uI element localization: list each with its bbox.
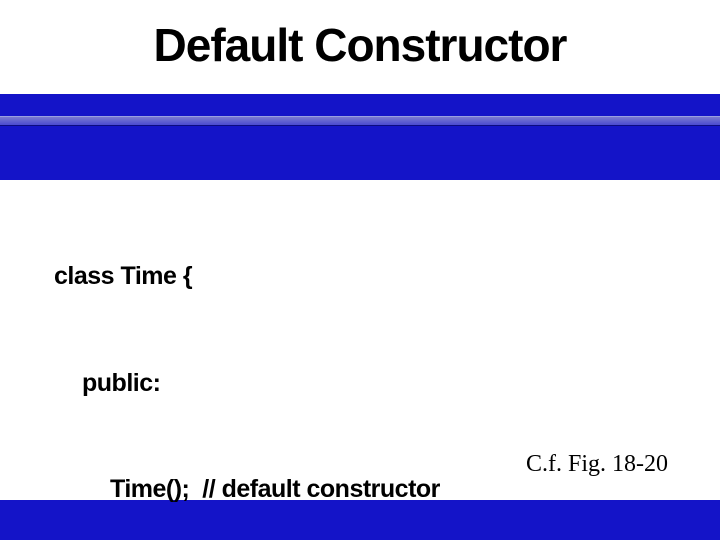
title-panel: Default Constructor — [0, 0, 720, 94]
reference-text: C.f. Fig. 18-20 — [526, 451, 668, 478]
code-line-2: public: — [54, 366, 720, 402]
code-line-1: class Time { — [54, 259, 720, 295]
content-panel: class Time { public: Time(); // default … — [0, 180, 720, 500]
title-underline — [0, 116, 720, 126]
code-block: class Time { public: Time(); // default … — [54, 188, 720, 540]
slide-title: Default Constructor — [0, 18, 720, 72]
